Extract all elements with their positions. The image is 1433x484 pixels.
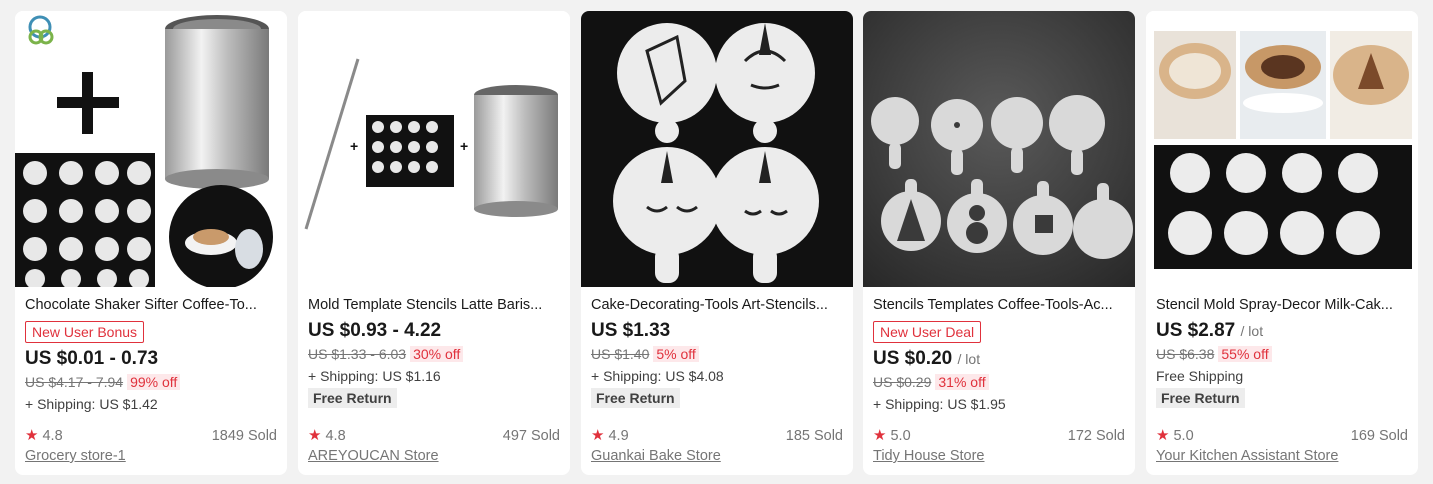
star-icon: ★ (308, 427, 322, 444)
shipping-info: Free Shipping (1156, 368, 1244, 384)
price-value: US $1.33 (591, 320, 671, 341)
original-price-row: US $4.17 - 7.94 99% off (25, 372, 277, 392)
christmas-stencils-image[interactable] (863, 11, 1135, 287)
original-price-row: US $0.29 31% off (873, 372, 1125, 392)
store-link[interactable]: Grocery store-1 (25, 446, 277, 466)
shipping-info: + Shipping: US $1.95 (873, 396, 1006, 412)
free-return-tag: Free Return (308, 388, 397, 408)
sold-count: 497 Sold (502, 428, 560, 444)
sold-count: 1849 Sold (211, 428, 277, 444)
star-icon: ★ (25, 427, 39, 444)
original-price: US $4.17 - 7.94 (25, 374, 124, 390)
rating-value: 4.8 (42, 428, 63, 444)
rating-value: 5.0 (890, 428, 911, 444)
product-card[interactable]: Stencil Mold Spray-Decor Milk-Cak... US … (1146, 11, 1418, 475)
product-price: US $1.33 (591, 319, 843, 343)
product-card[interactable]: Cake-Decorating-Tools Art-Stencils... US… (581, 11, 853, 475)
price-value: US $0.93 - 4.22 (308, 320, 442, 341)
original-price: US $0.29 (873, 374, 932, 390)
store-link[interactable]: Your Kitchen Assistant Store (1156, 446, 1408, 466)
product-title[interactable]: Stencils Templates Coffee-Tools-Ac... (873, 295, 1125, 315)
rating-value: 4.8 (325, 428, 346, 444)
svg-text:+: + (350, 138, 358, 154)
shaker-stencil-set-image[interactable] (15, 11, 287, 287)
product-price: US $0.01 - 0.73 (25, 347, 277, 371)
needle-stencil-shaker-image[interactable]: + + (298, 11, 570, 287)
svg-text:+: + (460, 138, 468, 154)
original-price-row: US $6.38 55% off (1156, 344, 1408, 364)
sold-count: 185 Sold (785, 428, 843, 444)
product-title[interactable]: Cake-Decorating-Tools Art-Stencils... (591, 295, 843, 315)
original-price-row: US $1.33 - 6.03 30% off (308, 344, 560, 364)
unicorn-stencils-image[interactable] (581, 11, 853, 287)
price-unit: / lot (957, 351, 981, 367)
product-title[interactable]: Mold Template Stencils Latte Baris... (308, 295, 560, 315)
product-price: US $2.87 / lot (1156, 319, 1408, 343)
rating-row: ★ 4.8 497 Sold (308, 426, 560, 446)
star-icon: ★ (873, 427, 887, 444)
rating-row: ★ 4.8 1849 Sold (25, 426, 277, 446)
price-value: US $2.87 (1156, 320, 1236, 341)
sold-count: 172 Sold (1067, 428, 1125, 444)
discount-badge: 99% off (127, 374, 181, 390)
product-grid-row: Chocolate Shaker Sifter Coffee-To... New… (0, 0, 1433, 484)
store-link[interactable]: Tidy House Store (873, 446, 1125, 466)
product-price: US $0.20 / lot (873, 347, 1125, 371)
rating-row: ★ 4.9 185 Sold (591, 426, 843, 446)
latte-art-stencils-image[interactable] (1146, 11, 1418, 287)
shipping-info: + Shipping: US $1.42 (25, 396, 158, 412)
free-return-tag: Free Return (1156, 388, 1245, 408)
original-price: US $6.38 (1156, 346, 1215, 362)
original-price: US $1.40 (591, 346, 650, 362)
star-icon: ★ (1156, 427, 1170, 444)
product-card[interactable]: Chocolate Shaker Sifter Coffee-To... New… (15, 11, 287, 475)
product-price: US $0.93 - 4.22 (308, 319, 560, 343)
original-price-row: US $1.40 5% off (591, 344, 843, 364)
price-value: US $0.01 - 0.73 (25, 348, 159, 369)
shipping-info: + Shipping: US $4.08 (591, 368, 724, 384)
store-link[interactable]: Guankai Bake Store (591, 446, 843, 466)
product-card[interactable]: + + Mold Template Stencils Latte Baris..… (298, 11, 570, 475)
free-return-tag: Free Return (591, 388, 680, 408)
rating-row: ★ 5.0 169 Sold (1156, 426, 1408, 446)
new-user-badge: New User Bonus (25, 321, 145, 343)
discount-badge: 5% off (653, 346, 699, 362)
rating-value: 4.9 (608, 428, 629, 444)
product-title[interactable]: Chocolate Shaker Sifter Coffee-To... (25, 295, 277, 315)
rating-value: 5.0 (1173, 428, 1194, 444)
product-title[interactable]: Stencil Mold Spray-Decor Milk-Cak... (1156, 295, 1408, 315)
new-user-badge: New User Deal (873, 321, 982, 343)
discount-badge: 31% off (935, 374, 989, 390)
product-card[interactable]: Stencils Templates Coffee-Tools-Ac... Ne… (863, 11, 1135, 475)
sold-count: 169 Sold (1350, 428, 1408, 444)
rating-row: ★ 5.0 172 Sold (873, 426, 1125, 446)
discount-badge: 30% off (410, 346, 464, 362)
store-link[interactable]: AREYOUCAN Store (308, 446, 560, 466)
star-icon: ★ (591, 427, 605, 444)
original-price: US $1.33 - 6.03 (308, 346, 407, 362)
shipping-info: + Shipping: US $1.16 (308, 368, 441, 384)
price-unit: / lot (1240, 323, 1264, 339)
discount-badge: 55% off (1218, 346, 1272, 362)
price-value: US $0.20 (873, 348, 953, 369)
